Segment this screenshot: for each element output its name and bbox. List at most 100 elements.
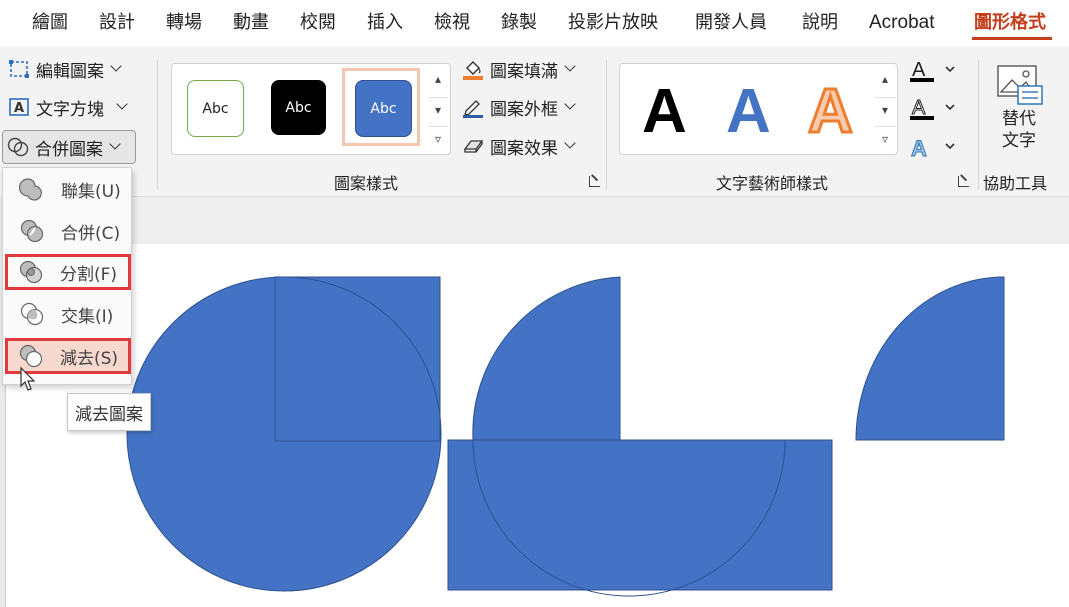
tab-help[interactable]: 說明 [802, 11, 838, 35]
tab-developer[interactable]: 開發人員 [695, 11, 767, 35]
pie-fragment-shape [472, 276, 621, 441]
chevron-down-icon [564, 137, 576, 149]
tab-view[interactable]: 檢視 [434, 11, 470, 35]
shape-style-sample[interactable]: Abc [355, 80, 412, 137]
alt-text-icon [997, 65, 1043, 105]
wordart-sample-orange: A [808, 77, 853, 146]
intersect-label: 交集(I) [61, 306, 114, 327]
text-outline-button[interactable]: A [910, 94, 960, 122]
gallery-scroll-up-icon[interactable]: ▴ [428, 67, 448, 91]
paint-bucket-icon [462, 58, 484, 80]
tab-transitions[interactable]: 轉場 [166, 11, 202, 35]
gallery-scroll-down-icon[interactable]: ▾ [875, 97, 895, 122]
subtract-tooltip: 減去圖案 [67, 393, 151, 431]
tab-slideshow[interactable]: 投影片放映 [568, 11, 658, 35]
wordart-sample-blue: A [726, 77, 771, 146]
tab-draw[interactable]: 繪圖 [32, 11, 68, 35]
fragment-icon [18, 259, 44, 285]
edit-shape-icon [8, 58, 30, 80]
wordart-group-label: 文字藝術師樣式 [716, 174, 829, 193]
chevron-down-icon [109, 138, 121, 150]
shape-group-original[interactable] [126, 276, 442, 592]
shape-effects-icon [462, 135, 484, 157]
shape-group-fragment[interactable] [447, 276, 833, 597]
fragment-label: 分割(F) [60, 264, 118, 285]
gallery-scroll-up-icon[interactable]: ▴ [875, 67, 895, 91]
svg-text:A: A [912, 59, 926, 81]
svg-text:A: A [912, 97, 926, 119]
text-fill-icon: A [910, 59, 955, 82]
text-box-icon: A [8, 96, 30, 118]
merge-shapes-label: 合併圖案 [35, 139, 103, 160]
chevron-down-icon [110, 60, 122, 72]
wordart-samples[interactable]: A A A [620, 64, 870, 154]
shape-style-sample[interactable]: Abc [187, 80, 244, 137]
gallery-more-icon[interactable]: ▿ [875, 126, 895, 151]
shape-style-gallery: Abc Abc Abc ▴ ▾ ▿ [171, 63, 451, 155]
gallery-scroll-down-icon[interactable]: ▾ [428, 97, 448, 122]
tab-insert[interactable]: 插入 [367, 11, 403, 35]
group-separator [606, 60, 607, 190]
wordart-sample-black: A [642, 77, 687, 146]
merge-shapes-button[interactable]: 合併圖案 [2, 130, 136, 164]
shape-styles-group-label: 圖案樣式 [334, 174, 399, 193]
combine-icon [19, 218, 45, 244]
shape-fill-button[interactable]: 圖案填滿 [462, 54, 576, 84]
group-separator [157, 60, 158, 190]
chevron-down-icon [564, 98, 576, 110]
menu-item-combine[interactable]: 合併(C) [7, 213, 127, 249]
tab-shape-format[interactable]: 圖形格式 [974, 11, 1046, 35]
tab-review[interactable]: 校閱 [300, 11, 336, 35]
shape-effects-button[interactable]: 圖案效果 [462, 131, 576, 161]
svg-text:A: A [911, 136, 927, 161]
text-effects-icon: A [911, 136, 955, 161]
text-box-button[interactable]: A 文字方塊 [8, 92, 128, 122]
alt-text-button[interactable]: 替代 文字 [992, 60, 1052, 160]
tab-record[interactable]: 錄製 [501, 11, 537, 35]
rectangle-fragment-shape [447, 439, 833, 591]
wordart-gallery: A A A ▴ ▾ ▿ [619, 63, 898, 155]
subtract-label: 減去(S) [60, 348, 119, 369]
menu-item-union[interactable]: 聯集(U) [7, 171, 127, 207]
edit-shape-button[interactable]: 編輯圖案 [8, 54, 122, 84]
shape-outline-button[interactable]: 圖案外框 [462, 92, 576, 122]
intersect-icon [19, 301, 45, 327]
shape-group-quarter[interactable] [855, 276, 1005, 441]
shape-style-sample[interactable]: Abc [271, 80, 326, 135]
pencil-icon [462, 96, 484, 118]
arc-outline [472, 439, 786, 597]
gallery-more-icon[interactable]: ▿ [428, 126, 448, 151]
rectangle-shape [274, 276, 441, 442]
dialog-launcher-icon[interactable] [958, 176, 969, 187]
quarter-circle-shape [855, 276, 1005, 441]
text-fill-button[interactable]: A [910, 56, 960, 84]
group-separator [978, 60, 979, 190]
chevron-down-icon [564, 60, 576, 72]
mouse-cursor-icon [20, 366, 36, 391]
chevron-down-icon [116, 98, 128, 110]
svg-text:A: A [14, 101, 24, 116]
edit-shape-label: 編輯圖案 [36, 61, 104, 82]
tab-acrobat[interactable]: Acrobat [869, 11, 934, 35]
dialog-launcher-icon[interactable] [589, 176, 600, 187]
tab-animations[interactable]: 動畫 [233, 11, 269, 35]
union-icon [19, 176, 45, 202]
accessibility-group-label: 協助工具 [983, 174, 1048, 193]
editor-header-area [6, 197, 1069, 244]
circle-shape [126, 276, 442, 592]
shape-effects-label: 圖案效果 [490, 138, 558, 159]
combine-label: 合併(C) [61, 223, 121, 244]
ribbon-tab-bar: | 繪圖 設計 轉場 動畫 校閱 插入 檢視 錄製 投影片放映 開發人員 說明 … [0, 0, 1069, 46]
union-label: 聯集(U) [61, 181, 121, 202]
menu-item-intersect[interactable]: 交集(I) [7, 296, 127, 332]
text-box-label: 文字方塊 [36, 99, 104, 120]
merge-shapes-menu: 聯集(U) 合併(C) 分割(F) 交集(I) 減去(S) [2, 167, 132, 385]
text-effects-button[interactable]: A [910, 133, 960, 161]
shape-fill-label: 圖案填滿 [490, 61, 558, 82]
shape-outline-label: 圖案外框 [490, 99, 558, 120]
active-tab-underline [972, 37, 1052, 40]
text-outline-icon: A [910, 97, 955, 120]
menu-item-fragment[interactable]: 分割(F) [5, 254, 131, 290]
tab-design[interactable]: 設計 [99, 11, 135, 35]
overlap-outline [274, 276, 441, 442]
